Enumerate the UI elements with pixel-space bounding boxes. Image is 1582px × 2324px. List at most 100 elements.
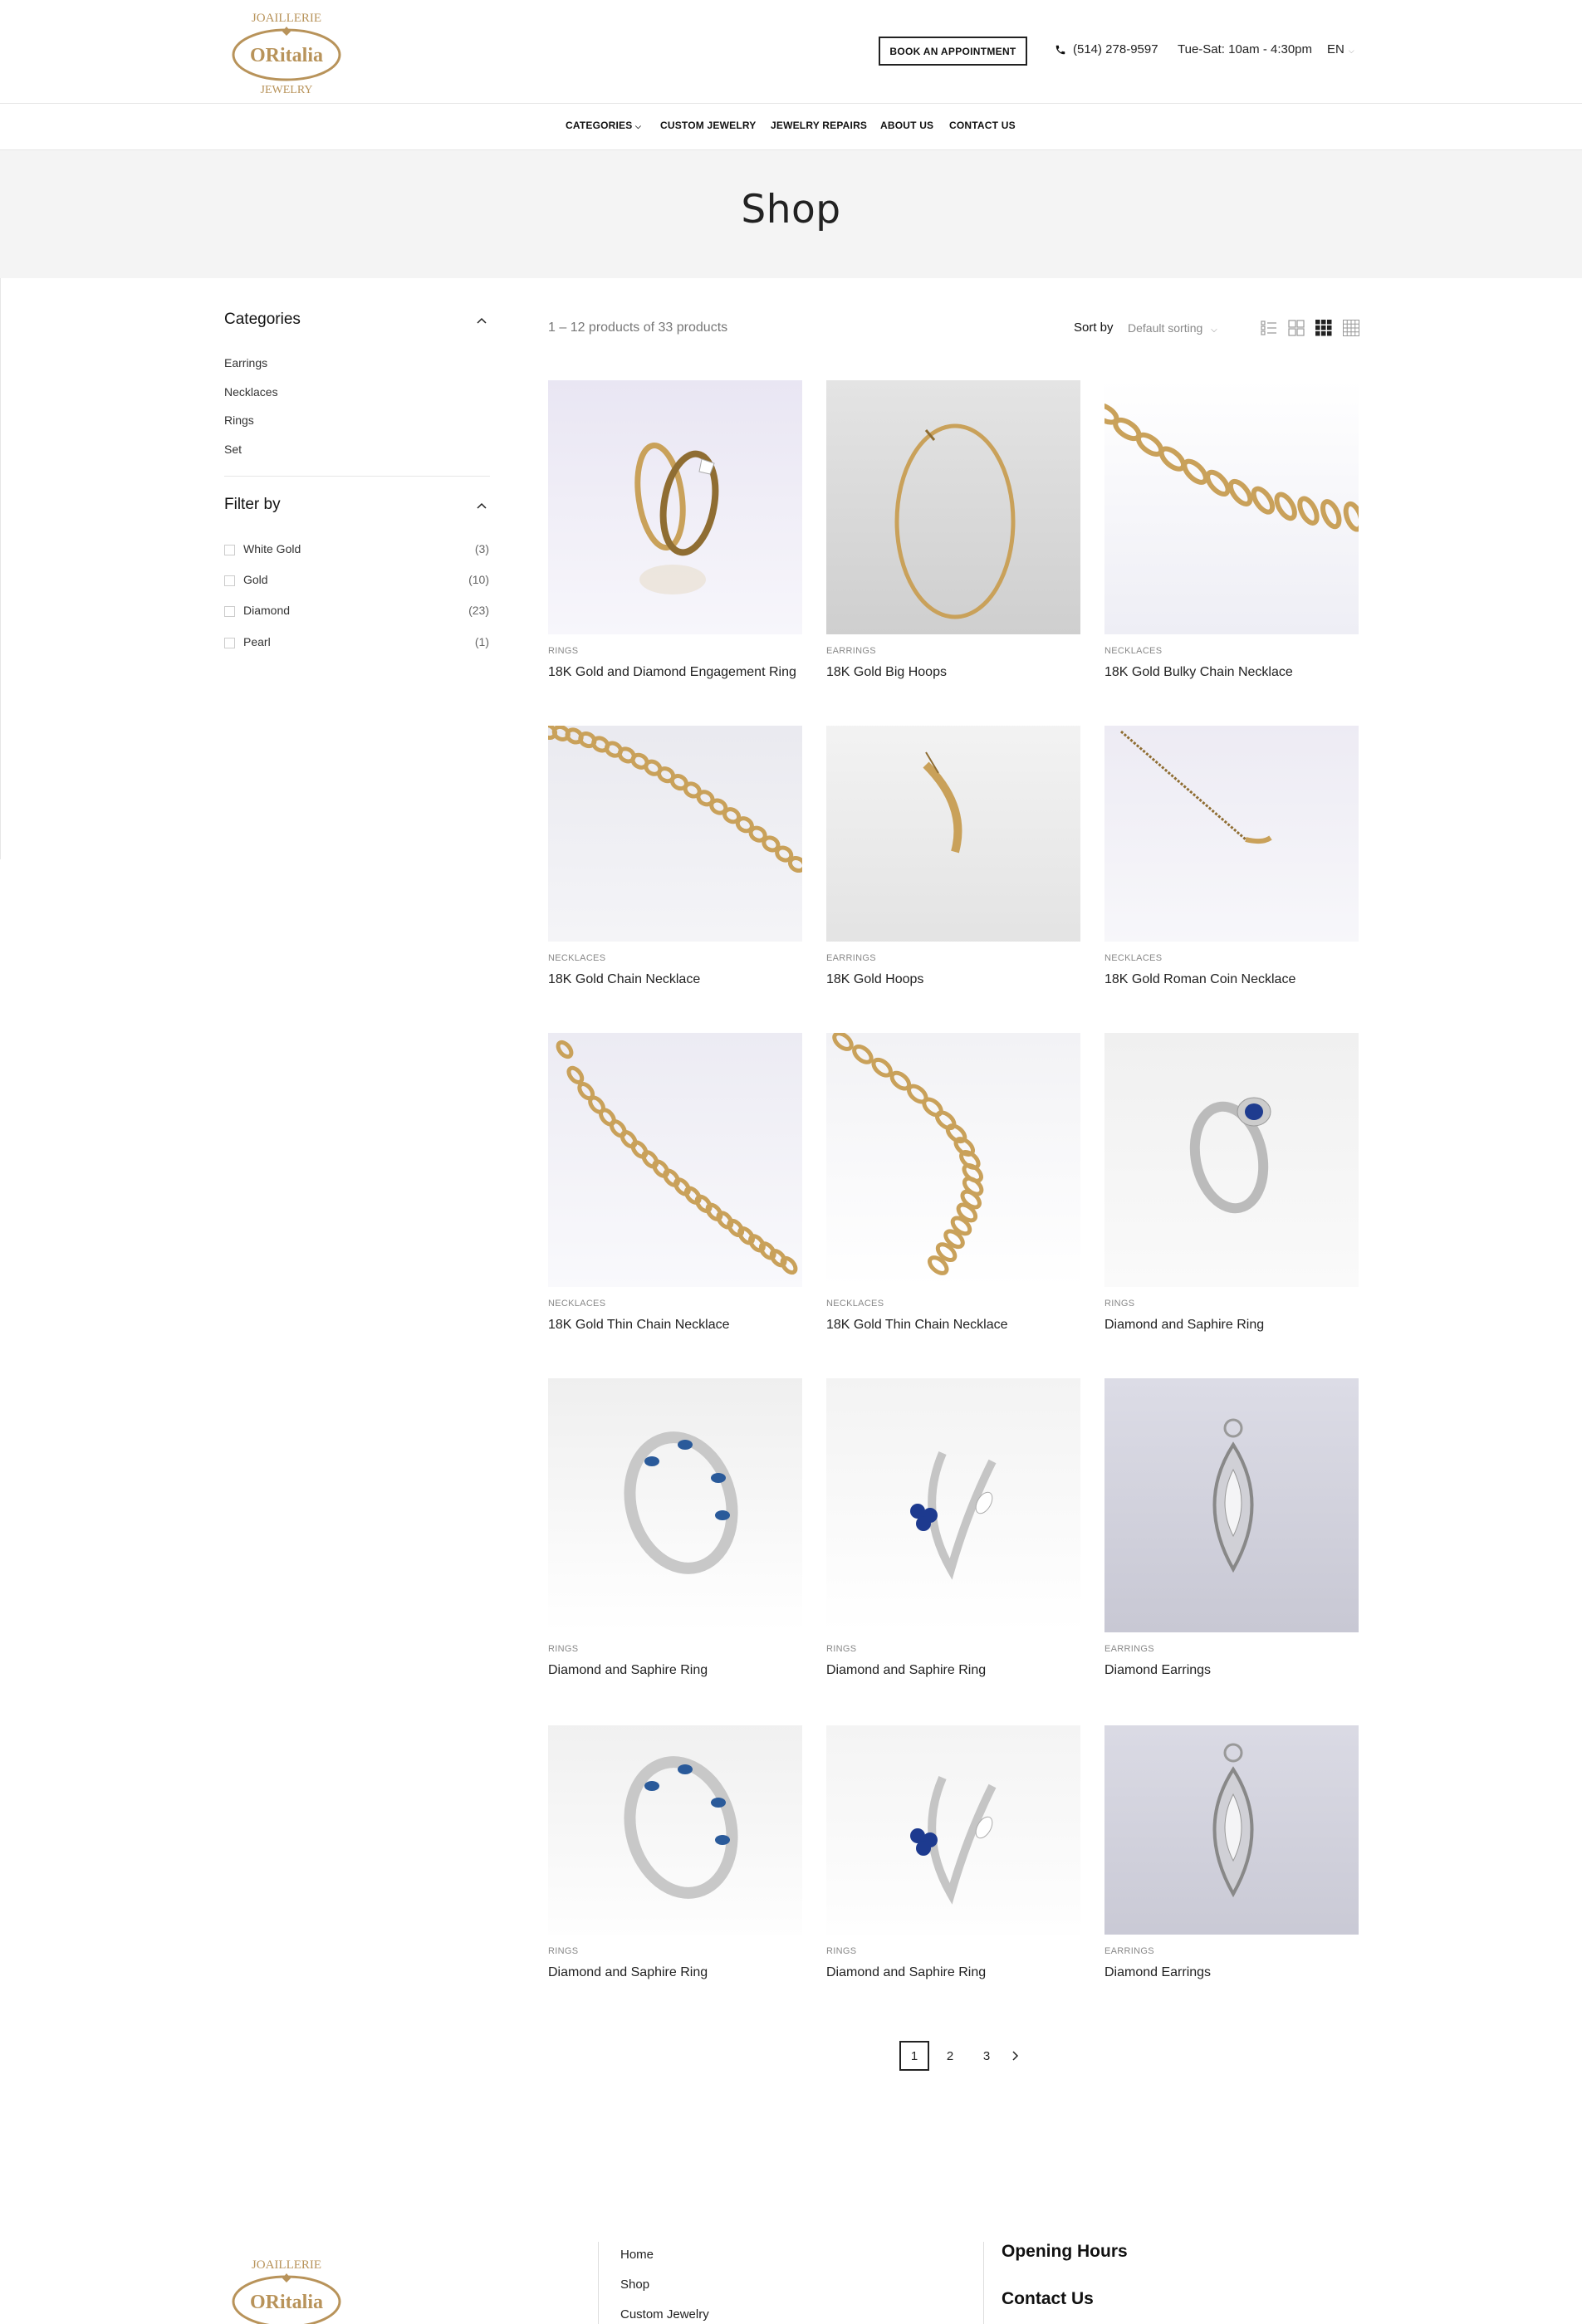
product-image[interactable] [1104, 1033, 1359, 1287]
chevron-up-icon[interactable] [473, 312, 490, 329]
category-link-rings[interactable]: Rings [224, 413, 254, 427]
product-image[interactable] [826, 380, 1080, 634]
chevron-down-icon: ⌵ [1211, 325, 1217, 335]
categories-heading[interactable]: Categories [224, 311, 301, 329]
filter-label-pearl[interactable]: Pearl [243, 635, 271, 648]
product-image[interactable] [826, 1725, 1080, 1935]
filter-label-gold[interactable]: Gold [243, 573, 268, 586]
top-header: JOAILLERIE ORitalia JEWELRY BOOK AN APPO… [0, 0, 1582, 104]
footer-link-home[interactable]: Home [620, 2248, 654, 2262]
page-3-button[interactable]: 3 [972, 2041, 1002, 2071]
product-image[interactable] [1104, 726, 1359, 942]
product-category[interactable]: RINGS [826, 1644, 1080, 1654]
product-category[interactable]: NECKLACES [826, 1299, 1080, 1309]
grid-2-icon[interactable] [1288, 320, 1305, 336]
filter-checkbox-diamond[interactable] [224, 606, 235, 617]
chevron-down-icon: ⌵ [1348, 46, 1354, 55]
product-image[interactable] [826, 726, 1080, 942]
product-image[interactable] [548, 380, 802, 634]
grid-3-icon[interactable] [1315, 320, 1332, 336]
product-image[interactable] [548, 1378, 802, 1632]
product-category[interactable]: RINGS [1104, 1299, 1359, 1309]
product-category[interactable]: EARRINGS [826, 953, 1080, 963]
nav-custom-jewelry[interactable]: CUSTOM JEWELRY [660, 120, 756, 131]
product-category[interactable]: EARRINGS [1104, 1946, 1359, 1956]
product-category[interactable]: RINGS [548, 1946, 802, 1956]
product-title-18k-gold-roman-coin-necklace[interactable]: 18K Gold Roman Coin Necklace [1104, 972, 1359, 987]
nav-categories[interactable]: CATEGORIES ⌵ [566, 120, 641, 131]
filter-label-diamond[interactable]: Diamond [243, 604, 290, 617]
product-title-18k-gold-thin-chain-necklace[interactable]: 18K Gold Thin Chain Necklace [826, 1318, 1080, 1333]
category-link-set[interactable]: Set [224, 443, 242, 456]
svg-text:JEWELRY: JEWELRY [261, 84, 313, 96]
chevron-right-icon [1012, 2051, 1019, 2061]
sort-select[interactable]: Default sorting ⌵ [1128, 321, 1217, 335]
language-selector[interactable]: EN ⌵ [1327, 42, 1354, 56]
product-title-18k-gold-big-hoops[interactable]: 18K Gold Big Hoops [826, 665, 1080, 680]
product-title-diamond-earrings[interactable]: Diamond Earrings [1104, 1965, 1359, 1980]
product-image[interactable] [826, 1033, 1080, 1287]
svg-text:JOAILLERIE: JOAILLERIE [252, 2258, 321, 2272]
product-category[interactable]: EARRINGS [826, 646, 1080, 656]
phone-link[interactable]: (514) 278-9597 [1055, 42, 1158, 56]
product-title-diamond-and-saphire-ring[interactable]: Diamond and Saphire Ring [826, 1965, 1080, 1980]
divider [983, 2242, 984, 2324]
filter-count: (10) [468, 573, 489, 586]
product-title-diamond-earrings[interactable]: Diamond Earrings [1104, 1663, 1359, 1678]
filter-checkbox-pearl[interactable] [224, 638, 235, 648]
footer-link-shop[interactable]: Shop [620, 2278, 649, 2292]
product-title-diamond-and-saphire-ring[interactable]: Diamond and Saphire Ring [548, 1965, 802, 1980]
next-page-button[interactable] [1001, 2041, 1031, 2071]
category-link-necklaces[interactable]: Necklaces [224, 385, 278, 399]
product-title-diamond-and-saphire-ring[interactable]: Diamond and Saphire Ring [1104, 1318, 1359, 1333]
filter-heading[interactable]: Filter by [224, 496, 281, 514]
product-image[interactable] [1104, 380, 1359, 634]
product-image[interactable] [548, 1033, 802, 1287]
product-category[interactable]: NECKLACES [548, 1299, 802, 1309]
product-category[interactable]: NECKLACES [1104, 646, 1359, 656]
product-image[interactable] [548, 726, 802, 942]
nav-contact-us[interactable]: CONTACT US [949, 120, 1016, 131]
product-category[interactable]: NECKLACES [548, 953, 802, 963]
product-image[interactable] [826, 1378, 1080, 1632]
product-image[interactable] [548, 1725, 802, 1935]
phone-icon [1055, 45, 1065, 54]
footer-logo[interactable]: JOAILLERIE ORitalia [230, 2253, 343, 2324]
nav-about-us[interactable]: ABOUT US [880, 120, 933, 131]
footer-link-custom-jewelry[interactable]: Custom Jewelry [620, 2307, 709, 2322]
chevron-up-icon[interactable] [473, 497, 490, 514]
product-image[interactable] [1104, 1378, 1359, 1632]
list-view-icon[interactable] [1261, 320, 1277, 336]
product-category[interactable]: RINGS [548, 1644, 802, 1654]
filter-checkbox-white-gold[interactable] [224, 545, 235, 555]
product-title-18k-gold-and-diamond-engagement-ring[interactable]: 18K Gold and Diamond Engagement Ring [548, 665, 802, 680]
nav-jewelry-repairs[interactable]: JEWELRY REPAIRS [771, 120, 867, 131]
product-title-18k-gold-hoops[interactable]: 18K Gold Hoops [826, 972, 1080, 987]
product-category[interactable]: EARRINGS [1104, 1644, 1359, 1654]
product-title-18k-gold-thin-chain-necklace[interactable]: 18K Gold Thin Chain Necklace [548, 1318, 802, 1333]
product-title-diamond-and-saphire-ring[interactable]: Diamond and Saphire Ring [548, 1663, 802, 1678]
opening-hours-heading: Opening Hours [1002, 2242, 1128, 2261]
product-category[interactable]: RINGS [826, 1946, 1080, 1956]
chevron-down-icon: ⌵ [635, 122, 642, 130]
product-title-18k-gold-bulky-chain-necklace[interactable]: 18K Gold Bulky Chain Necklace [1104, 665, 1359, 680]
svg-text:ORitalia: ORitalia [250, 45, 323, 66]
page-1-button[interactable]: 1 [899, 2041, 929, 2071]
page-2-button[interactable]: 2 [935, 2041, 965, 2071]
category-link-earrings[interactable]: Earrings [224, 356, 267, 369]
grid-4-icon[interactable] [1343, 320, 1359, 336]
sort-label: Sort by [1074, 320, 1114, 335]
filter-label-white-gold[interactable]: White Gold [243, 542, 301, 555]
product-category[interactable]: RINGS [548, 646, 802, 656]
book-appointment-button[interactable]: BOOK AN APPOINTMENT [879, 37, 1027, 66]
product-title-diamond-and-saphire-ring[interactable]: Diamond and Saphire Ring [826, 1663, 1080, 1678]
brand-logo[interactable]: JOAILLERIE ORitalia JEWELRY [230, 7, 343, 100]
phone-number: (514) 278-9597 [1073, 42, 1158, 56]
product-image[interactable] [1104, 1725, 1359, 1935]
sort-value: Default sorting [1128, 321, 1203, 335]
divider [598, 2242, 599, 2324]
product-title-18k-gold-chain-necklace[interactable]: 18K Gold Chain Necklace [548, 972, 802, 987]
product-category[interactable]: NECKLACES [1104, 953, 1359, 963]
filter-checkbox-gold[interactable] [224, 575, 235, 586]
filter-count: (3) [474, 542, 489, 555]
